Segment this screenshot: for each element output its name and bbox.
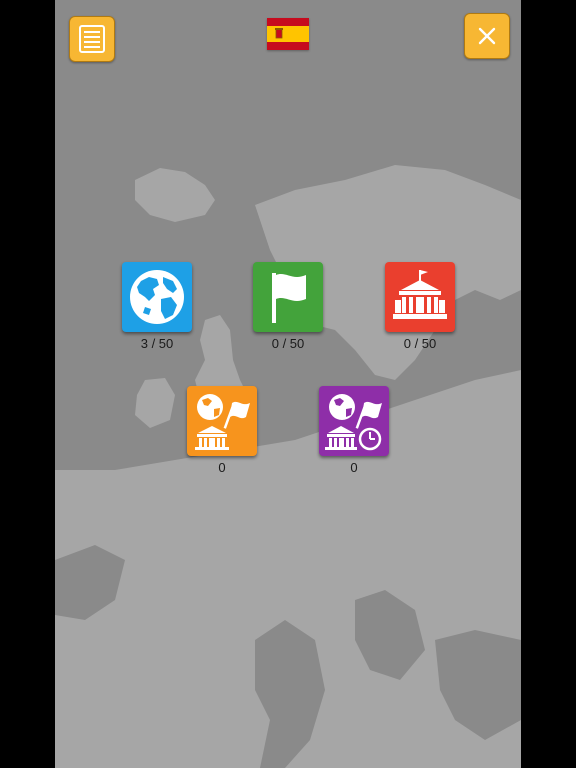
menu-list-icon	[79, 25, 105, 53]
mixed-mode-score: 0	[218, 460, 226, 475]
world-mode-button[interactable]	[122, 262, 192, 332]
timed-mode-button[interactable]	[319, 386, 389, 456]
globe-flag-building-clock-icon	[325, 394, 382, 451]
europe-map-background	[55, 165, 521, 768]
close-icon	[478, 27, 496, 45]
capitals-mode-button[interactable]	[385, 262, 455, 332]
flag-icon	[272, 273, 306, 323]
game-screen: 3 / 50 0 / 50 0 / 50 0 0	[55, 0, 521, 768]
capitals-mode-progress: 0 / 50	[403, 336, 437, 351]
menu-button[interactable]	[69, 16, 115, 62]
close-button[interactable]	[464, 13, 510, 59]
flags-mode-progress: 0 / 50	[271, 336, 305, 351]
flags-mode-button[interactable]	[253, 262, 323, 332]
world-mode-progress: 3 / 50	[140, 336, 174, 351]
capitol-building-icon	[393, 270, 447, 319]
spain-flag[interactable]	[267, 18, 309, 50]
globe-icon	[130, 270, 184, 324]
timed-mode-score: 0	[350, 460, 358, 475]
mixed-mode-button[interactable]	[187, 386, 257, 456]
globe-flag-building-icon	[195, 394, 250, 450]
